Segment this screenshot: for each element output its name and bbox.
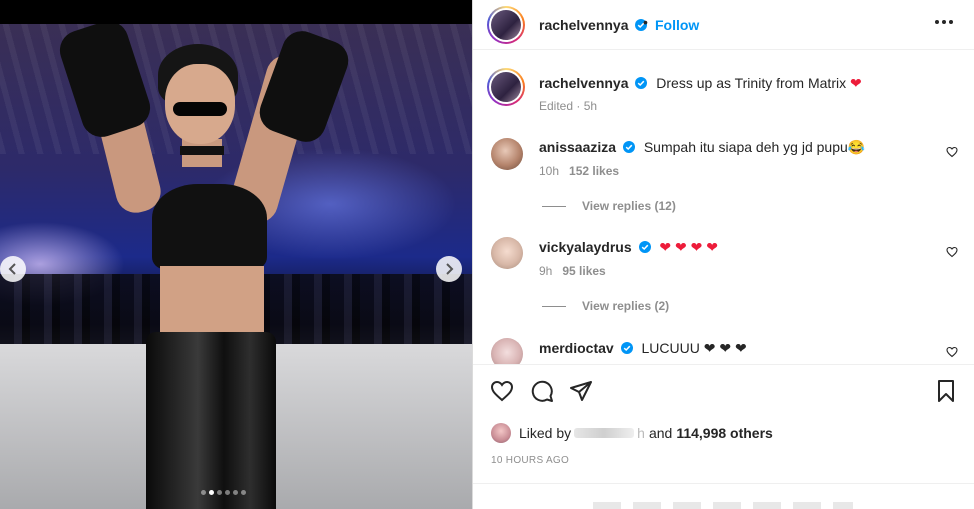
author-username[interactable]: rachelvennya bbox=[539, 17, 629, 33]
carousel-prev-button[interactable] bbox=[0, 256, 26, 282]
comment-time: 9h bbox=[539, 264, 553, 278]
add-comment-area[interactable] bbox=[473, 483, 974, 509]
verified-badge-icon bbox=[635, 77, 648, 89]
comment-time: 10h bbox=[539, 164, 560, 178]
post-header: rachelvennya • Follow bbox=[473, 0, 974, 50]
heart-icon[interactable] bbox=[946, 146, 958, 158]
comment-text: Sumpah itu siapa deh yg jd pupu😂 bbox=[643, 139, 866, 155]
caption-meta: Edited · 5h bbox=[539, 99, 598, 113]
caption-heart-emoji: ❤ bbox=[850, 75, 862, 91]
comment-meta: 9h 95 likes bbox=[539, 264, 606, 278]
verified-badge-icon bbox=[622, 141, 635, 153]
comment-avatar[interactable] bbox=[491, 237, 523, 269]
leather-top bbox=[152, 184, 267, 269]
comment-meta: 10h 152 likes bbox=[539, 164, 619, 178]
comment-username[interactable]: vickyalaydrus bbox=[539, 239, 632, 255]
verified-badge-icon bbox=[620, 342, 633, 354]
liked-by-prefix: Liked by bbox=[519, 425, 572, 441]
liked-by: Liked by h and 114,998 others bbox=[491, 423, 773, 443]
bookmark-icon[interactable] bbox=[934, 379, 958, 403]
divider bbox=[542, 205, 566, 207]
post-side-panel: rachelvennya • Follow rachelvennya Dress… bbox=[472, 0, 974, 509]
carousel-dot bbox=[241, 490, 246, 495]
leather-pants bbox=[146, 332, 276, 509]
heart-icon[interactable] bbox=[946, 246, 958, 258]
carousel-next-button[interactable] bbox=[436, 256, 462, 282]
comment-avatar[interactable] bbox=[491, 138, 523, 170]
post-photo[interactable] bbox=[0, 24, 472, 509]
caption-text: Dress up as Trinity from Matrix bbox=[656, 75, 847, 91]
liked-by-connector: and bbox=[648, 425, 673, 441]
view-replies-label[interactable]: View replies (12) bbox=[582, 199, 676, 213]
person-figure bbox=[54, 24, 354, 509]
heart-icon[interactable] bbox=[490, 379, 514, 403]
heart-icon[interactable] bbox=[946, 346, 958, 358]
midriff bbox=[160, 266, 264, 336]
comment: vickyalaydrus ❤ ❤ ❤ ❤ bbox=[539, 239, 718, 256]
share-icon[interactable] bbox=[569, 379, 593, 403]
caption-author-avatar[interactable] bbox=[487, 68, 525, 106]
view-replies-button[interactable]: View replies (12) bbox=[542, 199, 676, 213]
carousel-dot bbox=[217, 490, 222, 495]
sunglasses bbox=[173, 102, 227, 116]
view-replies-label[interactable]: View replies (2) bbox=[582, 299, 669, 313]
author-username-link[interactable]: rachelvennya bbox=[539, 17, 648, 33]
add-comment-placeholder-ghost bbox=[593, 502, 853, 509]
caption: rachelvennya Dress up as Trinity from Ma… bbox=[539, 75, 862, 92]
carousel-dot bbox=[225, 490, 230, 495]
view-replies-button[interactable]: View replies (2) bbox=[542, 299, 669, 313]
caption-username[interactable]: rachelvennya bbox=[539, 75, 629, 91]
post-actions: Liked by h and 114,998 others 10 HOURS A… bbox=[473, 364, 974, 509]
comment-likes[interactable]: 152 likes bbox=[569, 164, 619, 178]
author-avatar[interactable] bbox=[487, 6, 525, 44]
comment: merdioctav LUCUUU ❤ ❤ ❤ bbox=[539, 340, 747, 357]
comment: anissaaziza Sumpah itu siapa deh yg jd p… bbox=[539, 139, 865, 156]
photo-top-band bbox=[0, 0, 472, 24]
post-timestamp[interactable]: 10 HOURS AGO bbox=[491, 455, 569, 466]
comment-likes[interactable]: 95 likes bbox=[562, 264, 605, 278]
left-glove bbox=[54, 24, 156, 143]
carousel-indicator bbox=[201, 490, 246, 495]
separator-dot: • bbox=[643, 14, 648, 30]
divider bbox=[542, 305, 566, 307]
comment-text: ❤ ❤ ❤ ❤ bbox=[659, 239, 718, 255]
comment-icon[interactable] bbox=[530, 379, 554, 403]
carousel-dot bbox=[209, 490, 214, 495]
carousel-dot bbox=[233, 490, 238, 495]
blurred-username bbox=[574, 428, 635, 438]
comment-username[interactable]: merdioctav bbox=[539, 340, 614, 356]
follow-button[interactable]: Follow bbox=[655, 17, 699, 33]
liker-name-partial[interactable]: h bbox=[637, 425, 645, 441]
choker bbox=[180, 146, 224, 155]
verified-badge-icon bbox=[638, 241, 651, 253]
chevron-left-icon bbox=[8, 263, 16, 275]
comment-username[interactable]: anissaaziza bbox=[539, 139, 616, 155]
comment-text: LUCUUU ❤ ❤ ❤ bbox=[641, 340, 747, 356]
liker-avatar[interactable] bbox=[491, 423, 511, 443]
chevron-right-icon bbox=[446, 263, 454, 275]
more-options-icon[interactable] bbox=[935, 20, 953, 26]
carousel-dot bbox=[201, 490, 206, 495]
likes-count-link[interactable]: 114,998 others bbox=[676, 425, 773, 441]
